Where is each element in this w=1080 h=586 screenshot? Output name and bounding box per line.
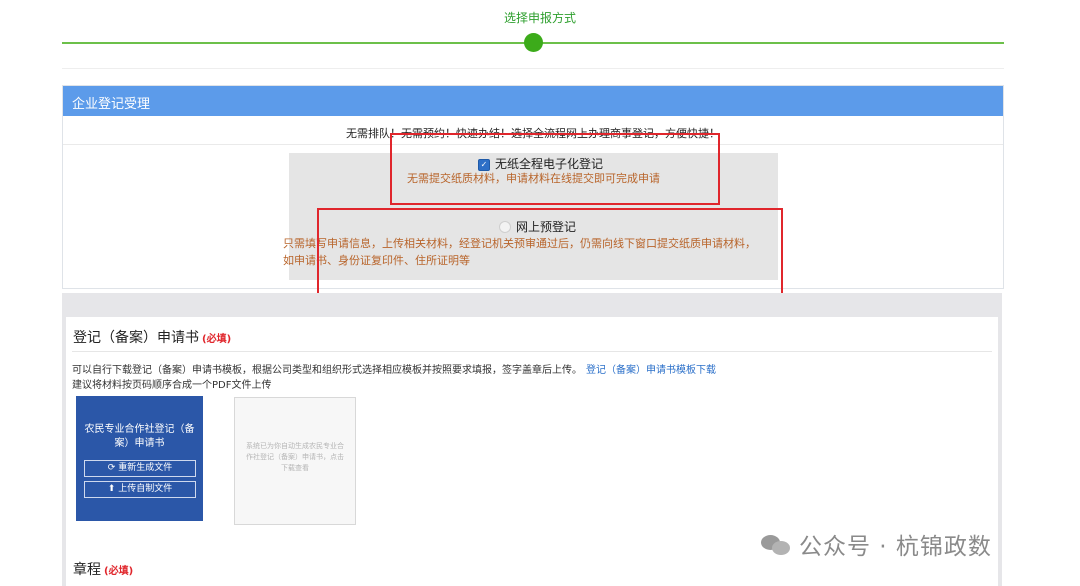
upload-icon: ⬆ xyxy=(107,484,116,494)
application-form-desc: 可以自行下载登记（备案）申请书模板，根据公司类型和组织形式选择相应模板并按照要求… xyxy=(72,361,992,376)
charter-title-text: 章程 xyxy=(73,562,101,578)
application-form-card: 登记（备案）申请书 (必填) 可以自行下载登记（备案）申请书模板，根据公司类型和组… xyxy=(66,317,998,555)
refresh-icon: ⟳ xyxy=(107,463,116,473)
generated-form-title: 农民专业合作社登记（备案）申请书 xyxy=(84,424,195,449)
regenerate-file-button[interactable]: ⟳ 重新生成文件 xyxy=(84,460,196,477)
step-title: 选择申报方式 xyxy=(503,11,576,25)
required-label: (必填) xyxy=(202,334,232,345)
application-form-title-text: 登记（备案）申请书 xyxy=(73,330,199,346)
application-form-title: 登记（备案）申请书 (必填) xyxy=(73,327,231,347)
watermark: 公众号 · 杭锦政数 xyxy=(761,527,992,561)
preview-tile-text: 系统已为你自动生成农民专业合作社登记（备案）申请书，点击下载查看 xyxy=(246,442,344,472)
generated-form-tile: 农民专业合作社登记（备案）申请书 ⟳ 重新生成文件 ⬆ 上传自制文件 xyxy=(76,396,203,521)
divider xyxy=(72,351,992,352)
template-download-link[interactable]: 登记（备案）申请书模板下载 xyxy=(586,365,716,376)
generated-form-preview-tile[interactable]: 系统已为你自动生成农民专业合作社登记（备案）申请书，点击下载查看 xyxy=(234,397,356,525)
divider xyxy=(62,68,1004,69)
application-form-desc-text: 可以自行下载登记（备案）申请书模板，根据公司类型和组织形式选择相应模板并按照要求… xyxy=(72,365,582,376)
highlight-box-online-pre xyxy=(317,208,783,300)
required-label: (必填) xyxy=(104,566,134,577)
regenerate-file-label: 重新生成文件 xyxy=(118,463,173,473)
step-current-dot xyxy=(524,33,543,52)
upload-own-file-button[interactable]: ⬆ 上传自制文件 xyxy=(84,481,196,498)
panel-header: 企业登记受理 xyxy=(63,86,1003,116)
highlight-box-paperless xyxy=(390,133,720,205)
watermark-text: 公众号 · 杭锦政数 xyxy=(799,534,992,560)
panel-title: 企业登记受理 xyxy=(72,97,151,112)
charter-title: 章程 (必填) xyxy=(73,559,133,579)
upload-own-file-label: 上传自制文件 xyxy=(118,484,173,494)
wechat-icon xyxy=(761,533,791,555)
application-form-note: 建议将材料按页码顺序合成一个PDF文件上传 xyxy=(72,380,272,391)
